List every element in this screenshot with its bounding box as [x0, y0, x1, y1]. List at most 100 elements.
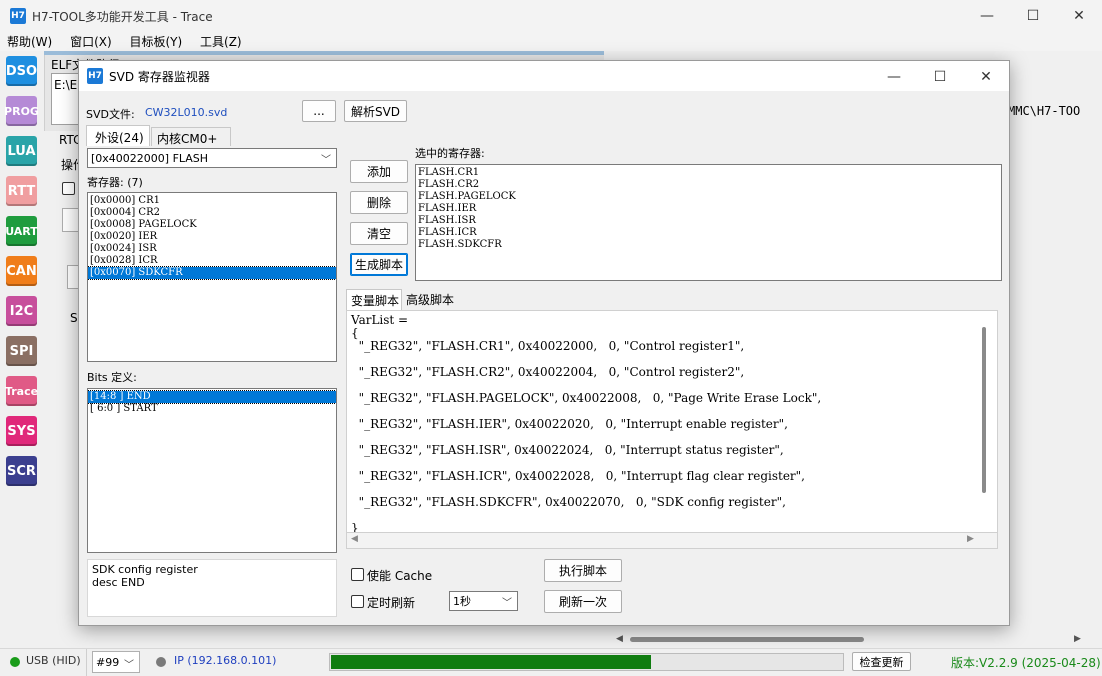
timed-refresh-checkbox[interactable] [351, 595, 364, 608]
dialog-close-button[interactable]: ✕ [963, 61, 1009, 92]
parse-svd-button[interactable]: 解析SVD [344, 100, 407, 122]
menu-help[interactable]: 帮助(W) [0, 31, 59, 52]
elf-path-field[interactable]: E:\E [51, 73, 81, 125]
register-item[interactable]: [0x0024] ISR [88, 243, 336, 255]
script-line: "_REG32", "FLASH.PAGELOCK", 0x40022008, … [351, 391, 822, 405]
clear-button[interactable]: 清空 [350, 222, 408, 245]
timed-refresh-label: 定时刷新 [367, 596, 416, 610]
registers-list[interactable]: [0x0000] CR1 [0x0004] CR2 [0x0008] PAGELOC… [87, 192, 337, 362]
exec-script-button[interactable]: 执行脚本 [544, 559, 622, 582]
menu-window[interactable]: 窗口(X) [63, 31, 119, 52]
interval-select[interactable]: 1秒 ﹀ [449, 591, 518, 611]
minimize-button[interactable]: — [964, 0, 1010, 31]
tab-var-script[interactable]: 变量脚本 [346, 289, 402, 310]
elf-panel-accent [44, 51, 604, 55]
tool-trace-button[interactable]: Trace [5, 376, 38, 406]
delete-button[interactable]: 删除 [350, 191, 408, 214]
interval-selected-value: 1秒 [453, 595, 471, 608]
progress-fill [331, 655, 651, 669]
svd-dialog: H7 SVD 寄存器监视器 — ☐ ✕ SVD文件: CW32L010.svd … [78, 60, 1010, 626]
register-item[interactable]: [0x0020] IER [88, 231, 336, 243]
tool-uart-button[interactable]: UART [5, 216, 38, 246]
bg-checkbox[interactable] [62, 182, 75, 195]
script-line: { [351, 326, 359, 340]
bit-field-item[interactable]: [14:8 ] END [88, 390, 336, 404]
tab-core[interactable]: 内核CM0+(8) [151, 127, 231, 161]
desc-line: desc END [92, 576, 145, 589]
svd-file-label: SVD文件: [86, 108, 135, 121]
device-selected-value: #99 [96, 655, 120, 669]
selected-regs-label: 选中的寄存器: [415, 147, 485, 160]
enable-cache-label: 使能 Cache [367, 569, 433, 583]
script-line: "_REG32", "FLASH.ISR", 0x40022024, 0, "I… [351, 443, 784, 457]
script-hscrollbar[interactable]: ◀ ▶ [346, 532, 998, 549]
scroll-left-icon[interactable]: ◀ [351, 534, 358, 544]
bg-hscroll-thumb[interactable] [630, 637, 864, 642]
tool-sys-button[interactable]: SYS [6, 416, 37, 446]
menu-target[interactable]: 目标板(Y) [122, 31, 189, 52]
tab-adv-script[interactable]: 高级脚本 [406, 291, 454, 308]
progress-bar [329, 653, 844, 671]
script-vscroll-thumb[interactable] [982, 327, 986, 493]
generate-script-button[interactable]: 生成脚本 [350, 253, 408, 276]
selected-register-item[interactable]: FLASH.ICR [416, 227, 1001, 239]
selected-register-item[interactable]: FLASH.IER [416, 203, 1001, 215]
tool-i2c-button[interactable]: I2C [6, 296, 37, 326]
selected-registers-list[interactable]: FLASH.CR1 FLASH.CR2 FLASH.PAGELOCK FLASH.IE… [415, 164, 1002, 281]
script-line: "_REG32", "FLASH.ICR", 0x40022028, 0, "I… [351, 469, 805, 483]
dialog-maximize-button[interactable]: ☐ [917, 61, 963, 92]
bg-hscrollbar[interactable]: ◀ ▶ [616, 632, 1086, 646]
bits-list[interactable]: [14:8 ] END[ 6:0 ] START [87, 388, 337, 553]
selected-register-item[interactable]: FLASH.ISR [416, 215, 1001, 227]
peripheral-selected-value: [0x40022000] FLASH [91, 151, 209, 165]
register-item[interactable]: [0x0000] CR1 [88, 195, 336, 207]
selected-register-item[interactable]: FLASH.PAGELOCK [416, 191, 1001, 203]
check-update-button[interactable]: 检查更新 [852, 652, 911, 671]
script-editor[interactable]: VarList ={ "_REG32", "FLASH.CR1", 0x4002… [346, 310, 998, 549]
divider [86, 649, 87, 676]
close-button[interactable]: ✕ [1056, 0, 1102, 31]
registers-label: 寄存器: (7) [87, 176, 143, 189]
peripheral-select[interactable]: [0x40022000] FLASH ﹀ [87, 148, 337, 168]
menu-bar: 帮助(W) 窗口(X) 目标板(Y) 工具(Z) [0, 31, 1102, 51]
enable-cache-checkbox[interactable] [351, 568, 364, 581]
refresh-once-button[interactable]: 刷新一次 [544, 590, 622, 613]
selected-register-item[interactable]: FLASH.SDKCFR [416, 239, 1001, 251]
device-select[interactable]: #99 ﹀ [92, 651, 140, 673]
register-item[interactable]: [0x0008] PAGELOCK [88, 219, 336, 231]
tool-dso-button[interactable]: DSO [6, 56, 37, 86]
selected-register-item[interactable]: FLASH.CR2 [416, 179, 1001, 191]
bit-field-item[interactable]: [ 6:0 ] START [88, 403, 336, 415]
version-label: 版本:V2.2.9 (2025-04-28) [951, 656, 1101, 670]
usb-status-icon [10, 657, 20, 667]
dialog-logo-icon: H7 [87, 68, 103, 84]
chevron-down-icon: ﹀ [321, 155, 331, 166]
tab-peripherals[interactable]: 外设(24) [86, 125, 150, 146]
script-line: "_REG32", "FLASH.IER", 0x40022020, 0, "I… [351, 417, 788, 431]
tool-can-button[interactable]: CAN [6, 256, 37, 286]
browse-button[interactable]: ... [302, 100, 336, 122]
register-item[interactable]: [0x0070] SDKCFR [88, 266, 336, 280]
maximize-button[interactable]: ☐ [1010, 0, 1056, 31]
register-item[interactable]: [0x0028] ICR [88, 255, 336, 267]
desc-line: SDK config register [92, 563, 198, 576]
tool-spi-button[interactable]: SPI [6, 336, 37, 366]
selected-register-item[interactable]: FLASH.CR1 [416, 167, 1001, 179]
chevron-down-icon: ﹀ [502, 598, 512, 609]
s-label: S [70, 311, 78, 325]
scroll-left-icon[interactable]: ◀ [616, 634, 623, 644]
register-item[interactable]: [0x0004] CR2 [88, 207, 336, 219]
tool-rtt-button[interactable]: RTT [6, 176, 37, 206]
scroll-right-icon[interactable]: ▶ [1074, 634, 1081, 644]
script-line: "_REG32", "FLASH.CR2", 0x40022004, 0, "C… [351, 365, 745, 379]
dialog-minimize-button[interactable]: — [871, 61, 917, 92]
tool-prog-button[interactable]: PROG [4, 96, 39, 126]
script-line: VarList = [351, 313, 409, 327]
tool-scr-button[interactable]: SCR [6, 456, 37, 486]
tool-lua-button[interactable]: LUA [6, 136, 37, 166]
dialog-title: SVD 寄存器监视器 [109, 70, 210, 84]
usb-status: USB (HID) [26, 654, 81, 667]
scroll-right-icon[interactable]: ▶ [967, 534, 974, 544]
add-button[interactable]: 添加 [350, 160, 408, 183]
menu-tools[interactable]: 工具(Z) [193, 31, 249, 52]
